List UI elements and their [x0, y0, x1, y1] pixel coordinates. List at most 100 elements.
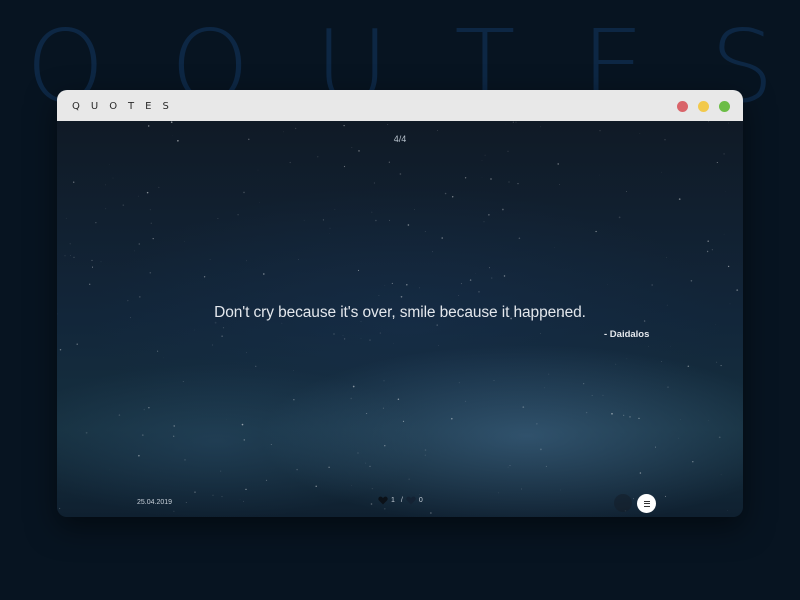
vote-separator: /	[400, 497, 403, 504]
star	[585, 411, 588, 414]
star	[464, 177, 467, 179]
star	[328, 466, 330, 469]
star	[214, 321, 217, 324]
star	[366, 413, 368, 415]
star	[342, 335, 344, 336]
star	[666, 257, 667, 258]
star	[670, 345, 671, 347]
star	[243, 439, 246, 441]
star	[289, 161, 291, 164]
star	[329, 227, 331, 229]
star	[661, 171, 662, 173]
star	[351, 147, 353, 148]
star	[158, 186, 160, 188]
star	[414, 209, 415, 210]
star	[623, 414, 625, 416]
star	[393, 342, 394, 344]
star	[157, 350, 159, 352]
star	[384, 445, 386, 447]
star	[408, 478, 411, 481]
quote-counter: 4/4	[393, 134, 407, 144]
star	[502, 208, 504, 211]
star	[484, 154, 486, 156]
star	[478, 291, 480, 293]
star	[112, 177, 114, 179]
star	[147, 125, 150, 127]
star	[242, 500, 245, 502]
star	[109, 469, 111, 471]
star	[638, 417, 640, 419]
star	[391, 282, 393, 284]
star	[73, 256, 75, 258]
star	[509, 465, 511, 466]
star	[65, 217, 67, 219]
star	[281, 322, 283, 324]
star	[246, 352, 247, 354]
star	[489, 267, 490, 269]
star	[400, 295, 403, 298]
close-window-button[interactable]	[677, 101, 688, 112]
star	[383, 507, 386, 510]
menu-button[interactable]	[637, 494, 656, 513]
star	[399, 173, 402, 175]
star	[626, 191, 627, 193]
broken-heart-icon[interactable]	[406, 496, 416, 505]
heart-icon[interactable]	[378, 496, 388, 505]
app-window: QUOTES 4/4 Don't cry because it's over, …	[57, 90, 743, 517]
star	[315, 485, 317, 488]
star	[350, 397, 352, 400]
star	[490, 277, 493, 279]
star	[369, 465, 371, 468]
star	[727, 265, 730, 268]
star	[690, 280, 693, 282]
star	[387, 124, 389, 126]
star	[508, 181, 510, 183]
star	[424, 449, 427, 451]
star	[602, 394, 604, 396]
star	[517, 183, 519, 185]
star	[237, 213, 239, 216]
star	[483, 221, 485, 223]
star	[430, 512, 432, 514]
star	[407, 224, 410, 226]
star	[419, 494, 420, 495]
star	[633, 498, 634, 500]
star	[58, 507, 61, 510]
share-button[interactable]	[614, 494, 632, 512]
star	[211, 344, 214, 346]
star	[370, 503, 373, 505]
star	[458, 382, 460, 384]
star	[438, 345, 439, 346]
star	[209, 259, 211, 261]
star	[481, 160, 483, 161]
star	[134, 250, 135, 252]
app-title: QUOTES	[72, 101, 180, 112]
star	[599, 130, 601, 132]
star	[678, 198, 681, 200]
star	[343, 338, 346, 340]
star	[357, 452, 359, 454]
star	[149, 209, 151, 211]
star	[371, 211, 373, 213]
star	[720, 365, 722, 367]
star	[692, 460, 694, 463]
star	[618, 216, 621, 219]
maximize-window-button[interactable]	[719, 101, 730, 112]
star	[680, 419, 681, 420]
star	[595, 230, 597, 233]
star	[245, 488, 247, 491]
star	[667, 386, 669, 388]
star	[629, 416, 631, 418]
star	[540, 126, 541, 128]
star	[583, 383, 585, 385]
star	[540, 448, 542, 451]
star	[343, 165, 346, 168]
star	[424, 231, 426, 232]
star	[383, 380, 385, 382]
star	[182, 381, 184, 382]
star	[424, 454, 426, 456]
minimize-window-button[interactable]	[698, 101, 709, 112]
star	[108, 164, 110, 165]
star	[450, 417, 453, 420]
star	[716, 361, 718, 363]
